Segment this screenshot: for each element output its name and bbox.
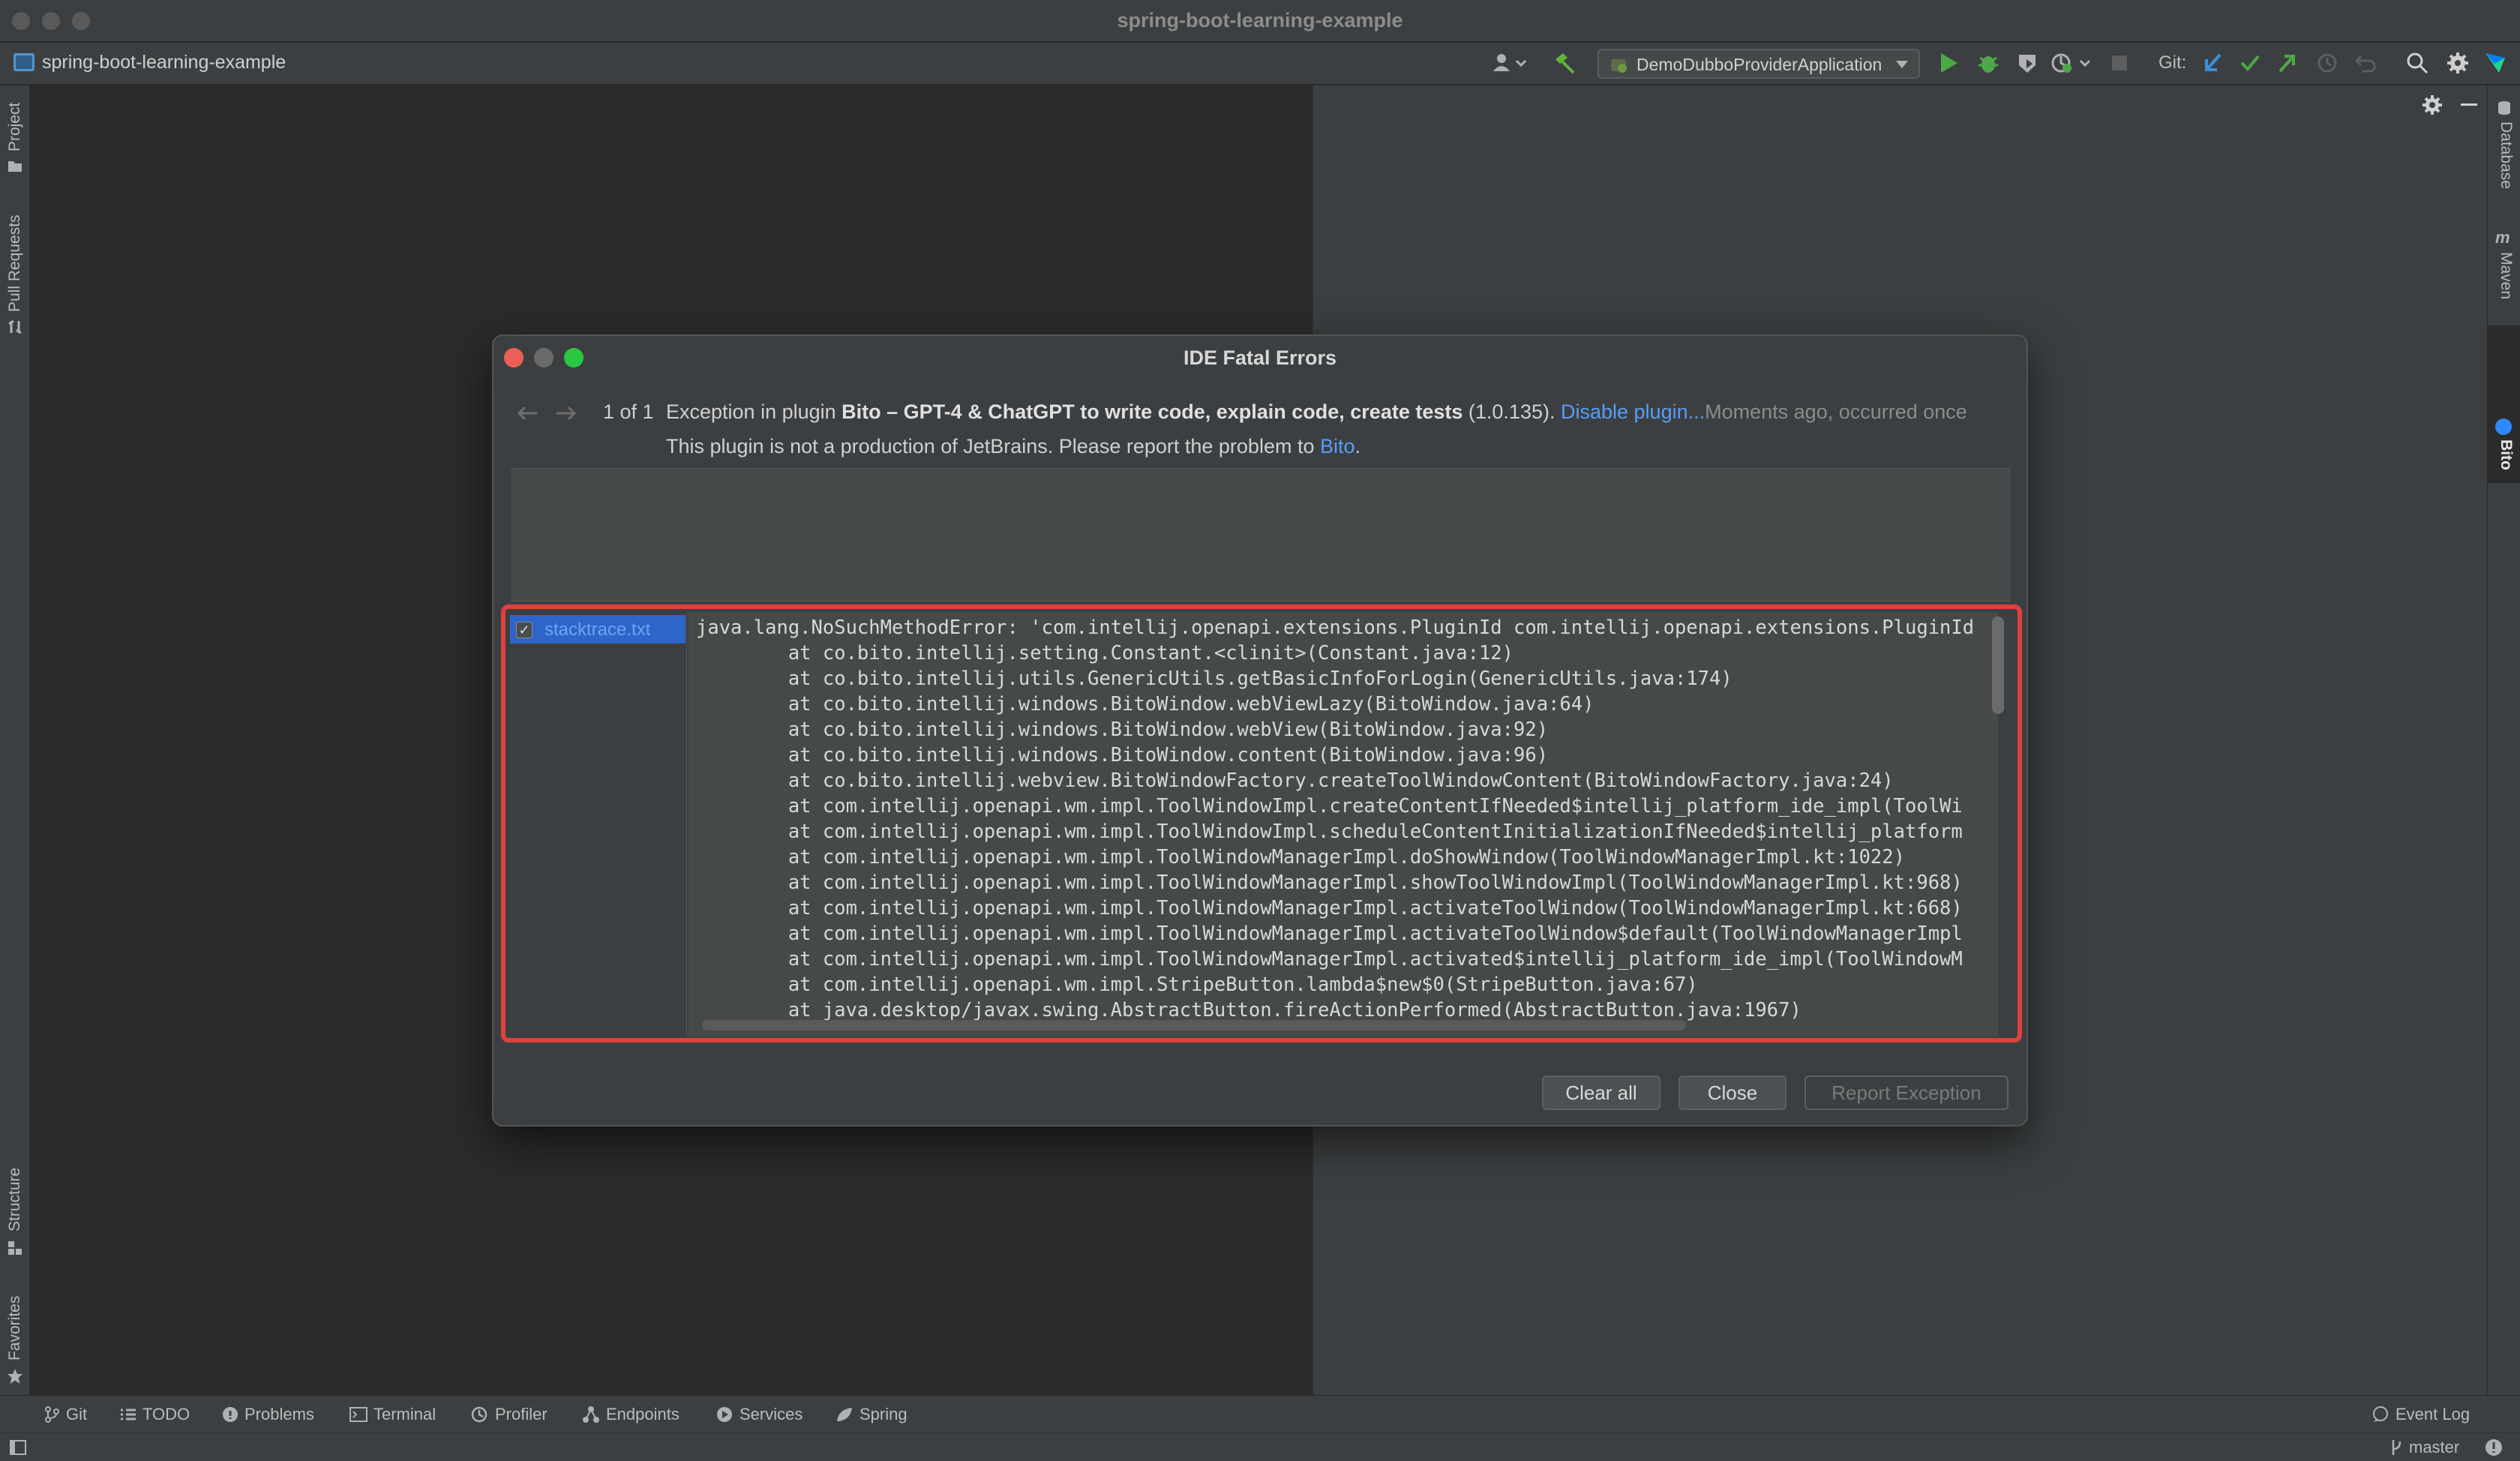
- hide-tool-window-icon[interactable]: [2459, 94, 2479, 116]
- highlight-frame: [501, 604, 2022, 1042]
- exception-prefix: Exception in plugin: [666, 400, 836, 423]
- tab-todo[interactable]: TODO: [120, 1405, 190, 1424]
- branch-name: master: [2409, 1438, 2460, 1456]
- tab-endpoints-label: Endpoints: [606, 1405, 680, 1424]
- profile-run-icon[interactable]: [2050, 52, 2094, 74]
- tab-endpoints[interactable]: Endpoints: [582, 1405, 680, 1424]
- bottom-tool-bar: Git TODO Problems Terminal Profiler Endp…: [0, 1395, 2520, 1432]
- tool-pull-requests[interactable]: Pull Requests: [6, 214, 24, 312]
- tool-database[interactable]: Database: [2497, 122, 2515, 189]
- debug-icon[interactable]: [1977, 52, 2000, 74]
- todo-list-icon: [121, 1408, 136, 1420]
- plugin-name: Bito – GPT-4 & ChatGPT to write code, ex…: [842, 400, 1463, 423]
- error-counter: 1 of 1: [603, 400, 654, 423]
- settings-gear-icon[interactable]: [2446, 52, 2469, 74]
- project-folder-icon: [8, 159, 22, 172]
- spring-app-icon: [1610, 56, 1629, 74]
- tool-structure[interactable]: Structure: [6, 1168, 24, 1232]
- close-button[interactable]: Close: [1678, 1076, 1786, 1110]
- history-icon[interactable]: [2316, 52, 2338, 74]
- report-exception-button[interactable]: Report Exception: [1804, 1076, 2008, 1110]
- git-label: Git:: [2158, 52, 2187, 73]
- tool-window-settings-icon[interactable]: [2422, 94, 2443, 116]
- project-breadcrumb[interactable]: spring-boot-learning-example: [42, 52, 286, 74]
- clear-all-button[interactable]: Clear all: [1542, 1076, 1660, 1110]
- git-branch-widget[interactable]: master: [2390, 1438, 2459, 1457]
- problems-info-icon: [223, 1407, 238, 1422]
- toggle-tool-windows-icon[interactable]: [9, 1439, 27, 1456]
- tool-project[interactable]: Project: [6, 103, 24, 152]
- tool-bito-active[interactable]: Bito: [2488, 326, 2520, 483]
- maven-icon: m: [2495, 228, 2510, 247]
- tab-spring-label: Spring: [860, 1405, 908, 1424]
- ide-fatal-errors-dialog: IDE Fatal Errors 1 of 1 Exception in plu…: [492, 334, 2028, 1126]
- previous-arrow-icon[interactable]: [516, 405, 538, 422]
- project-folder-icon: [14, 53, 34, 71]
- tab-todo-label: TODO: [142, 1405, 190, 1424]
- tab-problems[interactable]: Problems: [222, 1405, 314, 1424]
- plugin-version: (1.0.135).: [1468, 400, 1556, 423]
- git-push-icon[interactable]: [2277, 52, 2298, 74]
- tab-profiler[interactable]: Profiler: [471, 1405, 548, 1424]
- report-suffix: .: [1354, 435, 1361, 458]
- git-commit-icon[interactable]: [2240, 52, 2260, 74]
- tab-spring[interactable]: Spring: [836, 1405, 908, 1424]
- report-text: This plugin is not a production of JetBr…: [666, 435, 1315, 458]
- right-tool-stripe: Database m Maven Bito: [2487, 86, 2520, 1395]
- search-icon[interactable]: [2406, 52, 2428, 74]
- comment-textarea[interactable]: [512, 468, 2010, 602]
- stop-icon[interactable]: [2110, 52, 2130, 74]
- tool-maven[interactable]: Maven: [2497, 252, 2515, 299]
- tab-terminal-label: Terminal: [374, 1405, 436, 1424]
- branch-icon: [2392, 1440, 2402, 1455]
- tab-terminal[interactable]: Terminal: [350, 1405, 436, 1424]
- toolbox-app-icon[interactable]: [2484, 52, 2506, 74]
- tab-git-label: Git: [66, 1405, 88, 1424]
- profiler-icon: [471, 1406, 488, 1423]
- status-bar: master: [0, 1432, 2520, 1461]
- run-configuration-dropdown[interactable]: DemoDubboProviderApplication: [1598, 49, 1920, 79]
- git-update-icon[interactable]: [2202, 52, 2223, 74]
- disable-plugin-link[interactable]: Disable plugin...: [1561, 400, 1705, 423]
- tab-problems-label: Problems: [244, 1405, 314, 1424]
- event-log-button[interactable]: Event Log: [2372, 1405, 2470, 1424]
- tab-services[interactable]: Services: [716, 1405, 802, 1424]
- tab-services-label: Services: [740, 1405, 803, 1424]
- event-log-icon: [2373, 1406, 2388, 1422]
- build-hammer-icon[interactable]: [1552, 52, 1576, 76]
- tab-profiler-label: Profiler: [495, 1405, 548, 1424]
- structure-icon: [8, 1240, 22, 1256]
- window-title: spring-boot-learning-example: [1117, 9, 1403, 32]
- rollback-icon[interactable]: [2355, 52, 2378, 74]
- services-icon: [717, 1407, 732, 1422]
- database-icon: [2497, 100, 2512, 116]
- next-arrow-icon[interactable]: [555, 405, 578, 422]
- favorites-star-icon: [7, 1368, 23, 1384]
- git-branch-icon: [45, 1406, 59, 1423]
- error-time-info: Moments ago, occurred once: [1705, 400, 1967, 423]
- event-log-label: Event Log: [2396, 1405, 2470, 1424]
- tool-bito-label: Bito: [2498, 440, 2515, 470]
- chevron-down-icon: [1896, 61, 1908, 68]
- window-titlebar: spring-boot-learning-example: [0, 0, 2520, 42]
- left-tool-stripe: Project Pull Requests Structure Favorite…: [0, 86, 30, 1395]
- terminal-icon: [350, 1407, 368, 1422]
- pull-request-icon: [8, 320, 22, 334]
- endpoints-icon: [583, 1406, 599, 1423]
- user-account-icon[interactable]: [1491, 52, 1528, 74]
- bito-icon: [2495, 418, 2512, 435]
- run-icon[interactable]: [1938, 52, 1959, 74]
- dialog-title: IDE Fatal Errors: [1183, 346, 1337, 369]
- run-configuration-name: DemoDubboProviderApplication: [1636, 55, 1882, 74]
- report-bito-link[interactable]: Bito: [1320, 435, 1355, 458]
- report-notice: This plugin is not a production of JetBr…: [666, 435, 1360, 458]
- coverage-icon[interactable]: [2016, 52, 2038, 74]
- tab-git[interactable]: Git: [44, 1405, 87, 1424]
- spring-leaf-icon: [837, 1408, 852, 1421]
- notification-icon[interactable]: [2484, 1438, 2504, 1457]
- tool-favorites[interactable]: Favorites: [6, 1296, 24, 1360]
- navigation-toolbar: spring-boot-learning-example DemoDubboPr…: [0, 43, 2520, 85]
- error-header: Exception in plugin Bito – GPT-4 & ChatG…: [666, 400, 1967, 424]
